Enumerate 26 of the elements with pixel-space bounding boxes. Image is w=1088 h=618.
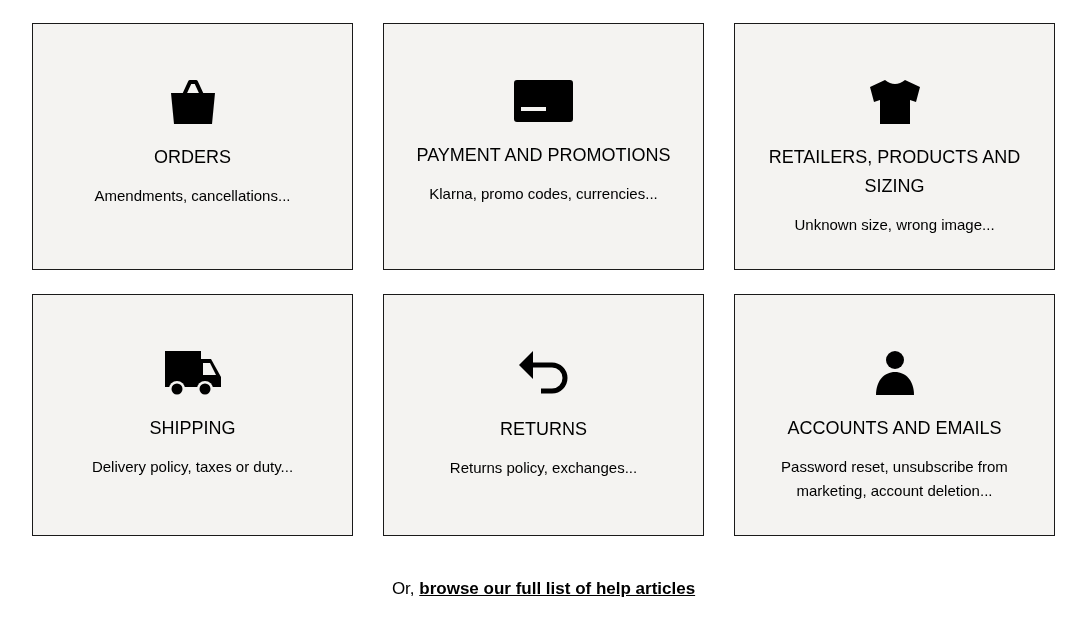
topic-title: RETAILERS, PRODUCTS AND SIZING bbox=[767, 146, 1022, 198]
topic-title: RETURNS bbox=[500, 418, 587, 441]
topic-title: SHIPPING bbox=[149, 417, 236, 440]
topic-description: Password reset, unsubscribe from marketing, account deletion... bbox=[780, 457, 1009, 501]
help-topic-card[interactable]: RETURNS Returns policy, exchanges... bbox=[383, 294, 704, 536]
help-topic-card[interactable]: RETAILERS, PRODUCTS AND SIZING Unknown size, wrong image... bbox=[734, 23, 1055, 270]
truck-icon bbox=[164, 351, 221, 395]
shopping-basket-icon bbox=[170, 80, 215, 124]
topic-description: Returns policy, exchanges... bbox=[449, 458, 638, 478]
topic-description: Klarna, promo codes, currencies... bbox=[429, 184, 658, 204]
topic-description: Amendments, cancellations... bbox=[94, 186, 291, 206]
credit-card-icon bbox=[514, 80, 573, 122]
help-topic-card[interactable]: ORDERS Amendments, cancellations... bbox=[32, 23, 353, 270]
help-prompt: Or, browse our full list of help articles bbox=[390, 578, 697, 600]
help-topic-card[interactable]: SHIPPING Delivery policy, taxes or duty... bbox=[32, 294, 353, 536]
topic-title: ACCOUNTS AND EMAILS bbox=[787, 417, 1002, 440]
topic-description: Delivery policy, taxes or duty... bbox=[91, 457, 294, 477]
help-articles-link[interactable]: browse our full list of help articles bbox=[419, 579, 696, 598]
help-topic-card[interactable]: ACCOUNTS AND EMAILS Password reset, unsubscribe from marketing, account deletion... bbox=[734, 294, 1055, 536]
person-icon bbox=[875, 351, 914, 395]
topic-description: Unknown size, wrong image... bbox=[794, 215, 995, 235]
return-arrow-icon bbox=[518, 351, 569, 396]
help-topic-card[interactable]: PAYMENT AND PROMOTIONS Klarna, promo codes, currencies... bbox=[383, 23, 704, 270]
t-shirt-icon bbox=[869, 80, 920, 124]
topic-title: ORDERS bbox=[154, 146, 231, 169]
topic-title: PAYMENT AND PROMOTIONS bbox=[416, 144, 671, 167]
